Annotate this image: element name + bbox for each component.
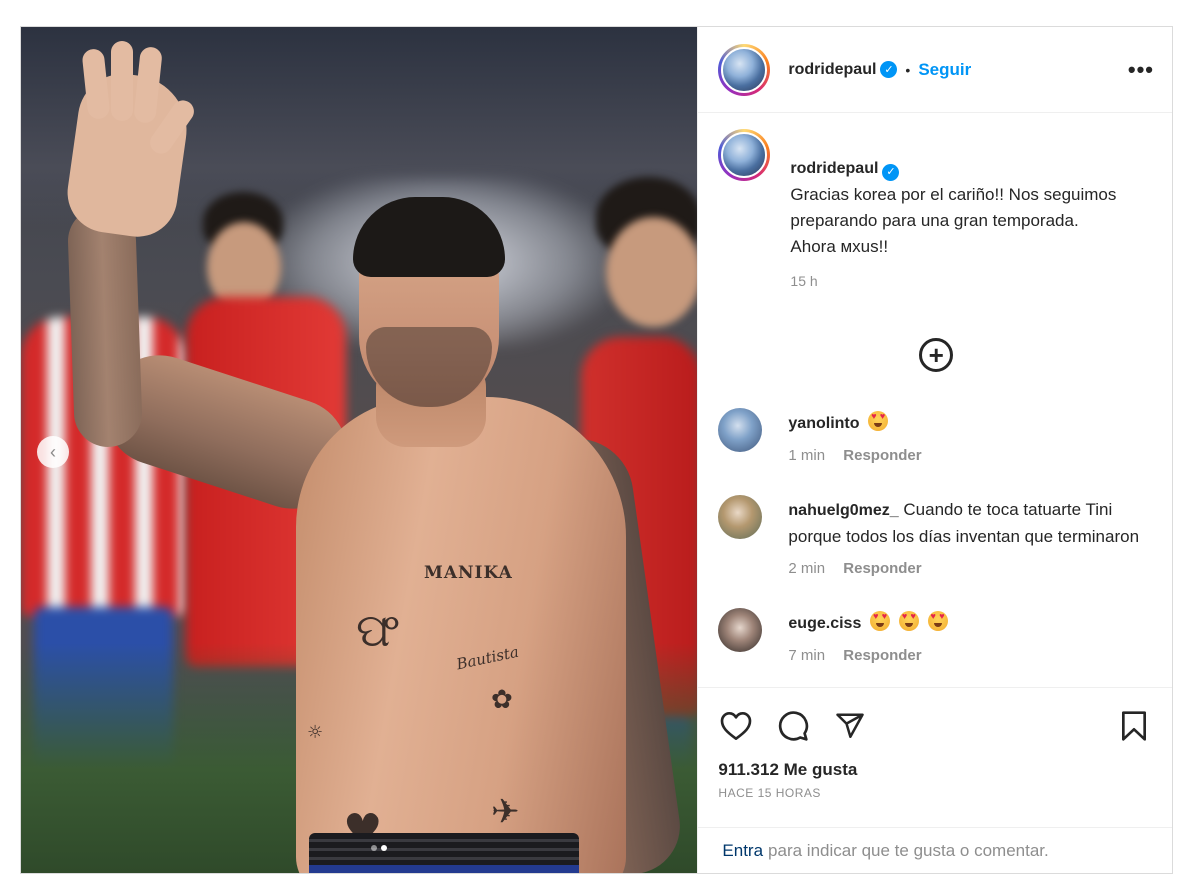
comment-time: 2 min (788, 560, 826, 577)
hair (353, 197, 505, 277)
chevron-left-icon: ‹ (50, 441, 56, 462)
load-more-comments-button[interactable]: + (919, 338, 954, 372)
reply-button[interactable]: Responder (843, 647, 921, 664)
tattooed-forearm (66, 205, 144, 449)
comment-item: yanolinto 1 min Responder (718, 408, 1154, 469)
load-more-comments: + (718, 338, 1154, 372)
comment-button[interactable] (775, 708, 811, 744)
carousel-dot-active (381, 845, 387, 851)
comment-username[interactable]: yanolinto (788, 415, 859, 432)
heart-icon (721, 712, 752, 741)
torso (296, 397, 626, 873)
comment-icon (779, 711, 809, 741)
plus-circle-icon: + (928, 340, 944, 370)
avatar[interactable] (718, 43, 771, 96)
post-caption: rodridepaul ✓ Gracias korea por el cariño… (718, 129, 1154, 294)
post-actions: 911.312 Me gusta HACE 15 HORAS (698, 687, 1172, 827)
rose-tattoo: ✿ (491, 685, 513, 715)
action-icons (718, 702, 1152, 750)
caption-text: Gracias korea por el cariño!! Nos seguim… (790, 185, 1117, 256)
post-date[interactable]: HACE 15 HORAS (718, 786, 1152, 800)
bookmark-icon (1122, 711, 1146, 741)
comment-username[interactable]: nahuelg0mez_ (788, 502, 898, 519)
comment-item: nahuelg0mez_ Cuando te toca tatuarte Tin… (718, 495, 1154, 582)
login-link[interactable]: Entra (722, 841, 763, 861)
caption-time[interactable]: 15 h (790, 268, 1154, 294)
header-username[interactable]: rodridepaul (788, 61, 876, 79)
carousel-dot (371, 845, 377, 851)
caption-body: rodridepaul ✓ Gracias korea por el cariño… (790, 129, 1154, 294)
shorts (309, 865, 579, 873)
comment-time: 7 min (788, 647, 826, 664)
post-header: rodridepaul ✓ • Seguir ••• (698, 27, 1172, 113)
sun-tattoo: ☼ (307, 722, 324, 743)
heart-eyes-emoji-icon (898, 611, 919, 631)
instagram-post: MANIKA ଫ Bautista ✿ ☼ ♥ ✈ ‹ rodridepaul … (20, 26, 1173, 874)
avatar[interactable] (718, 129, 771, 181)
login-prompt: Entra para indicar que te gusta o coment… (698, 827, 1172, 873)
avatar[interactable] (718, 608, 763, 652)
verified-badge-icon: ✓ (880, 61, 898, 78)
heart-eyes-emoji-icon (927, 611, 948, 631)
save-button[interactable] (1116, 708, 1152, 744)
previous-photo-button[interactable]: ‹ (37, 436, 69, 468)
comment-username[interactable]: euge.ciss (788, 615, 861, 632)
share-button[interactable] (832, 708, 868, 744)
post-photo[interactable]: MANIKA ଫ Bautista ✿ ☼ ♥ ✈ ‹ (21, 27, 698, 873)
like-button[interactable] (718, 708, 754, 744)
avatar[interactable] (718, 495, 763, 539)
avatar[interactable] (718, 408, 763, 452)
swallow-tattoo: ✈ (491, 792, 520, 832)
post-side-panel: rodridepaul ✓ • Seguir ••• rodridepaul ✓ … (697, 27, 1172, 873)
comment-item: euge.ciss 7 min Responder (718, 608, 1154, 669)
login-prompt-text: para indicar que te gusta o comentar. (768, 840, 1049, 860)
carousel-indicator (371, 845, 387, 851)
caption-username[interactable]: rodridepaul (790, 160, 878, 177)
more-options-icon[interactable]: ••• (1128, 57, 1154, 83)
reply-button[interactable]: Responder (843, 560, 921, 577)
share-icon (836, 713, 865, 738)
likes-count[interactable]: 911.312 Me gusta (718, 760, 1152, 780)
follow-button[interactable]: Seguir (918, 60, 971, 80)
comment-time: 1 min (788, 447, 826, 464)
reply-button[interactable]: Responder (843, 447, 921, 464)
verified-badge-icon: ✓ (882, 163, 900, 181)
comments-section: rodridepaul ✓ Gracias korea por el cariño… (698, 113, 1172, 687)
separator-bullet: • (905, 61, 911, 78)
chest-tattoo-text: MANIKA (424, 563, 513, 583)
heart-eyes-emoji-icon (870, 611, 891, 631)
butterfly-tattoo: ଫ (356, 603, 401, 657)
main-player: MANIKA ଫ Bautista ✿ ☼ ♥ ✈ (61, 41, 697, 873)
heart-eyes-emoji-icon (868, 411, 889, 431)
